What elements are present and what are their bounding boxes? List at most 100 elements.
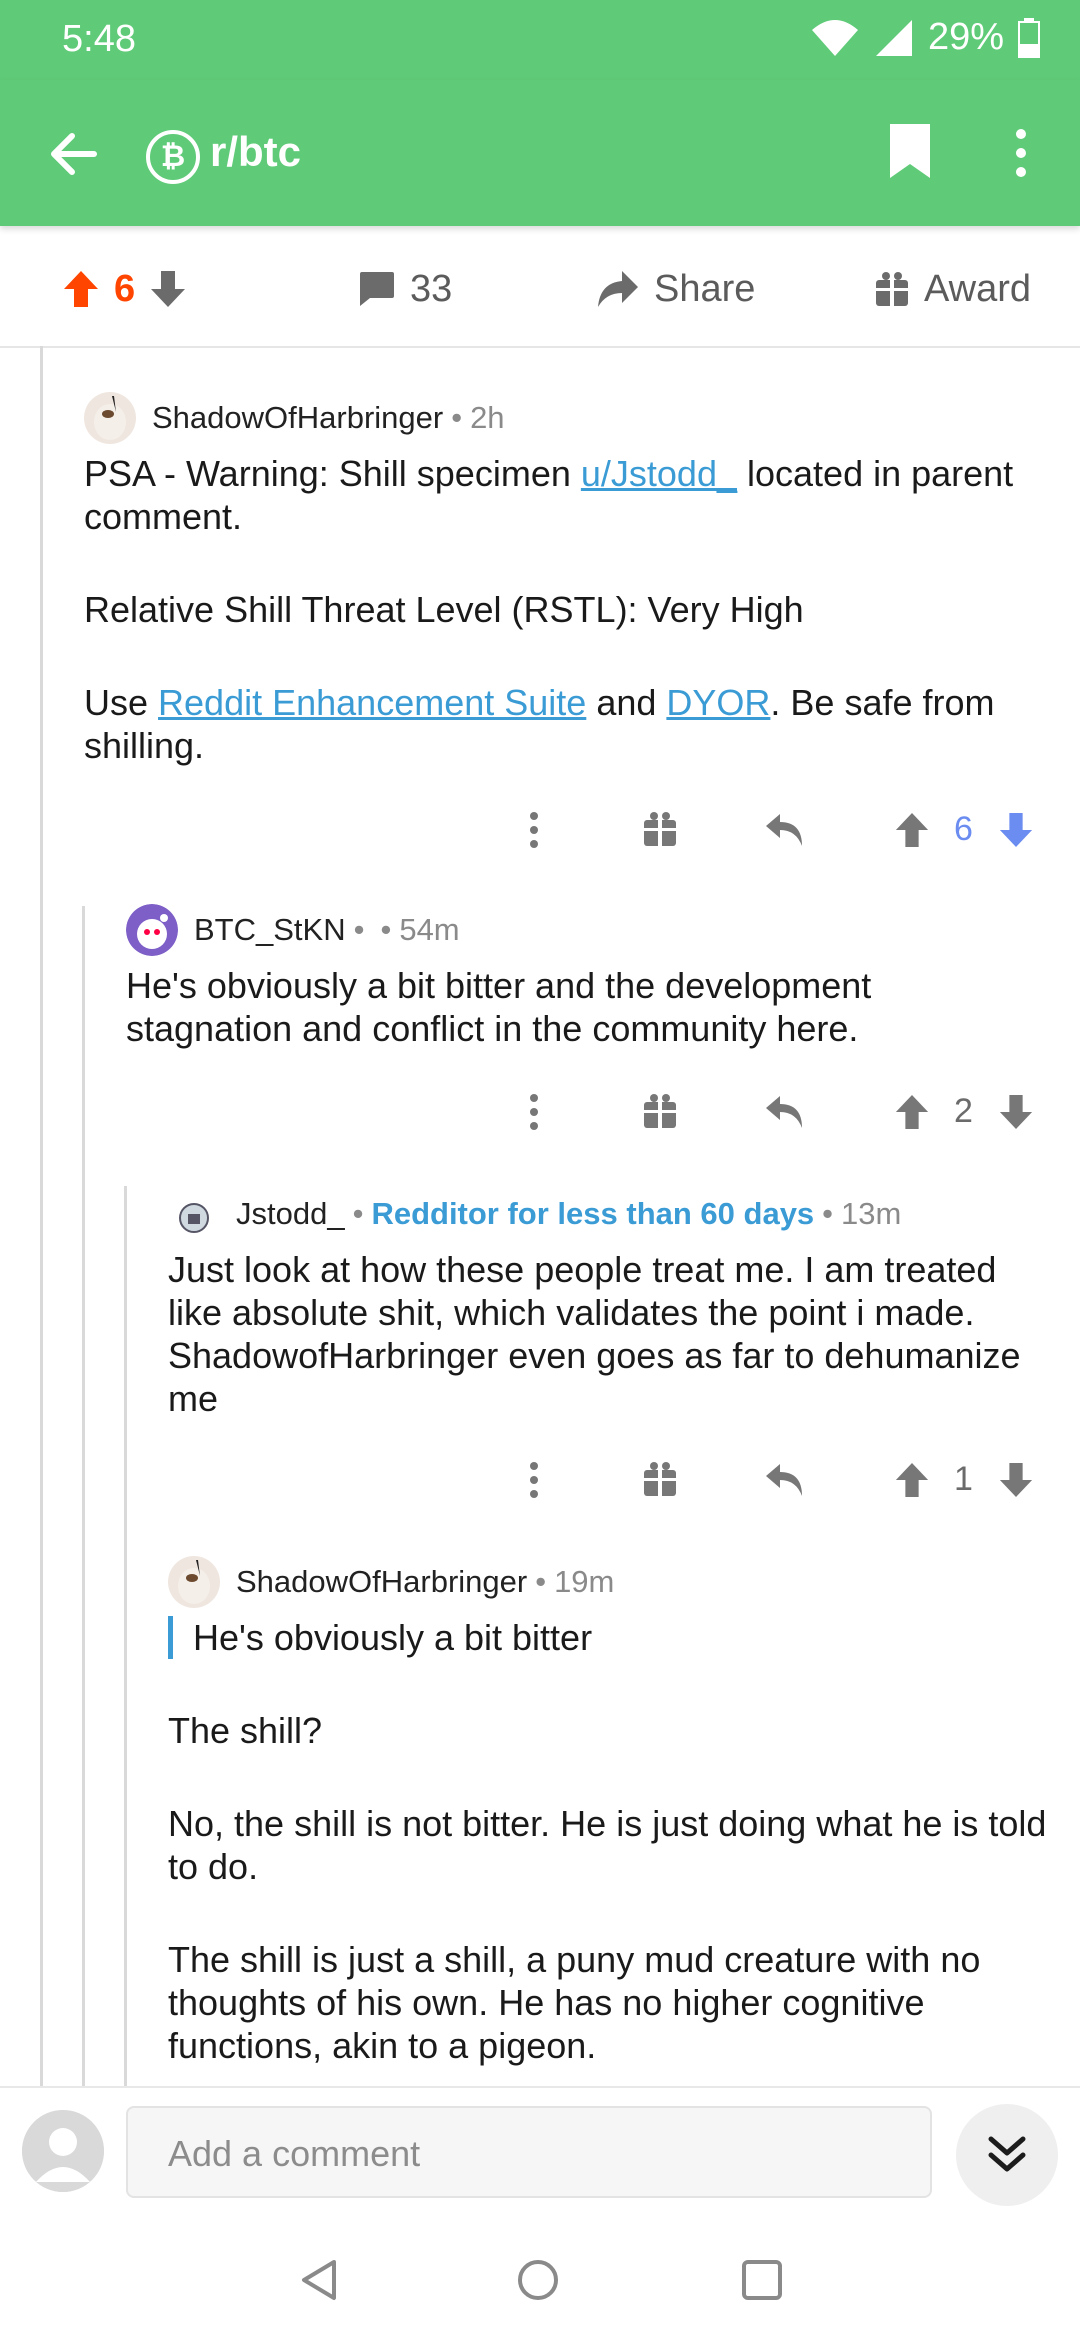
nav-recents-icon[interactable] — [740, 2258, 784, 2302]
post-vote-group: 6 — [62, 264, 187, 314]
gift-icon[interactable] — [642, 1460, 678, 1498]
post-score: 6 — [114, 267, 136, 310]
comment-text: PSA - Warning: Shill specimen — [84, 453, 581, 494]
separator-dot: • — [353, 912, 365, 947]
upvote-icon[interactable] — [62, 269, 100, 309]
more-options-icon[interactable] — [1010, 126, 1032, 180]
downvote-icon[interactable] — [998, 1092, 1034, 1132]
comment-score: 2 — [954, 1092, 973, 1130]
share-button[interactable]: Share — [596, 264, 755, 314]
comment-author[interactable]: BTC_StKN — [194, 912, 346, 948]
comment-text: The shill is just a shill, a puny mud cr… — [168, 1939, 981, 2066]
res-link[interactable]: Reddit Enhancement Suite — [158, 682, 586, 723]
comment-text: He's obviously a bit bitter and the deve… — [126, 965, 872, 1049]
comment-score: 1 — [954, 1460, 973, 1498]
comment-score: 6 — [954, 810, 973, 848]
add-comment-input[interactable]: Add a comment — [126, 2106, 932, 2198]
upvote-icon[interactable] — [894, 810, 930, 850]
app-bar: ₿ r/btc — [0, 80, 1080, 226]
quote-block: He's obviously a bit bitter — [168, 1616, 1048, 1659]
double-chevron-down-icon — [988, 2136, 1026, 2172]
comment-text: Relative Shill Threat Level (RSTL): Very… — [84, 589, 804, 630]
expand-button[interactable] — [956, 2104, 1058, 2206]
separator-dot: • — [380, 912, 392, 947]
status-time: 5:48 — [62, 18, 136, 60]
share-icon — [598, 271, 638, 307]
comment-text: The shill? — [168, 1710, 323, 1751]
comment-age: 19m — [554, 1564, 615, 1599]
upvote-icon[interactable] — [894, 1460, 930, 1500]
comment: ShadowOfHarbringer • 2h PSA - Warning: S… — [84, 392, 1044, 767]
comment-age: 54m — [399, 912, 460, 947]
comment-age: 13m — [841, 1196, 902, 1231]
avatar[interactable] — [84, 392, 136, 444]
more-options-icon[interactable] — [524, 1092, 544, 1132]
comment-actions: 2 — [0, 1082, 1080, 1142]
comment-text: Just look at how these people treat me. … — [168, 1249, 1021, 1419]
back-arrow-icon[interactable] — [44, 124, 104, 184]
user-flair: Redditor for less than 60 days — [371, 1196, 815, 1231]
avatar[interactable] — [168, 1188, 220, 1240]
separator-dot: • — [451, 400, 463, 435]
comment: BTC_StKN • • 54m He's obviously a bit bi… — [126, 904, 1046, 1050]
user-avatar[interactable] — [22, 2110, 104, 2192]
comment-body: Just look at how these people treat me. … — [168, 1248, 1048, 1420]
more-options-icon[interactable] — [524, 1460, 544, 1500]
gift-icon — [876, 272, 908, 306]
gift-icon[interactable] — [642, 810, 678, 848]
separator-dot: • — [535, 1564, 547, 1599]
thread-line-level-3 — [124, 1186, 127, 2086]
downvote-icon[interactable] — [998, 1460, 1034, 1500]
comment-composer-bar: Add a comment — [0, 2086, 1080, 2218]
nav-home-icon[interactable] — [516, 2258, 560, 2302]
comment-age: 2h — [470, 400, 505, 435]
reply-icon[interactable] — [764, 1094, 806, 1130]
share-label: Share — [654, 267, 756, 310]
comment-actions: 6 — [0, 800, 1080, 860]
thread-line-level-1 — [40, 346, 43, 2086]
avatar[interactable] — [168, 1556, 220, 1608]
comment-thread: ShadowOfHarbringer • 2h PSA - Warning: S… — [0, 346, 1080, 2086]
post-action-bar: 6 33 Share Award — [0, 226, 1080, 348]
reply-icon[interactable] — [764, 1462, 806, 1498]
signal-icon — [875, 19, 912, 56]
comments-count-button[interactable]: 33 — [356, 264, 452, 314]
status-bar: 5:48 29% — [0, 0, 1080, 80]
battery-percent: 29% — [927, 16, 1004, 58]
comment-actions: 1 — [0, 1450, 1080, 1510]
comment-body: He's obviously a bit bitter The shill? N… — [168, 1616, 1048, 2067]
user-link[interactable]: u/Jstodd_ — [581, 453, 737, 494]
downvote-icon[interactable] — [149, 269, 187, 309]
separator-dot: • — [822, 1196, 834, 1231]
comment: Jstodd_ • Redditor for less than 60 days… — [168, 1188, 1048, 1420]
comments-count: 33 — [410, 267, 453, 310]
bitcoin-subreddit-icon: ₿ — [146, 130, 200, 184]
comment-body: He's obviously a bit bitter and the deve… — [126, 964, 1046, 1050]
comment-meta: Jstodd_ • Redditor for less than 60 days… — [168, 1188, 1048, 1240]
comment-meta: ShadowOfHarbringer • 2h — [84, 392, 1044, 444]
comment-icon — [360, 272, 394, 306]
comment-text: No, the shill is not bitter. He is just … — [168, 1803, 1047, 1887]
comment-text: and — [586, 682, 667, 723]
comment-meta: ShadowOfHarbringer • 19m — [168, 1556, 1048, 1608]
reply-icon[interactable] — [764, 812, 806, 848]
more-options-icon[interactable] — [524, 810, 544, 850]
comment-author[interactable]: Jstodd_ — [236, 1196, 345, 1232]
bookmark-icon[interactable] — [888, 122, 932, 180]
dyor-link[interactable]: DYOR — [666, 682, 770, 723]
status-icons: 29% — [810, 16, 1040, 59]
avatar[interactable] — [126, 904, 178, 956]
subreddit-title[interactable]: r/btc — [210, 128, 301, 176]
battery-icon — [1018, 17, 1040, 58]
comment-author[interactable]: ShadowOfHarbringer — [152, 400, 443, 436]
downvote-icon[interactable] — [998, 810, 1034, 850]
comment-author[interactable]: ShadowOfHarbringer — [236, 1564, 527, 1600]
comment-meta: BTC_StKN • • 54m — [126, 904, 1046, 956]
award-button[interactable]: Award — [874, 264, 1031, 314]
gift-icon[interactable] — [642, 1092, 678, 1130]
nav-back-icon[interactable] — [298, 2258, 340, 2302]
wifi-icon — [811, 19, 858, 56]
comment: ShadowOfHarbringer • 19m He's obviously … — [168, 1556, 1048, 2067]
upvote-icon[interactable] — [894, 1092, 930, 1132]
comment-body: PSA - Warning: Shill specimen u/Jstodd_ … — [84, 452, 1044, 767]
